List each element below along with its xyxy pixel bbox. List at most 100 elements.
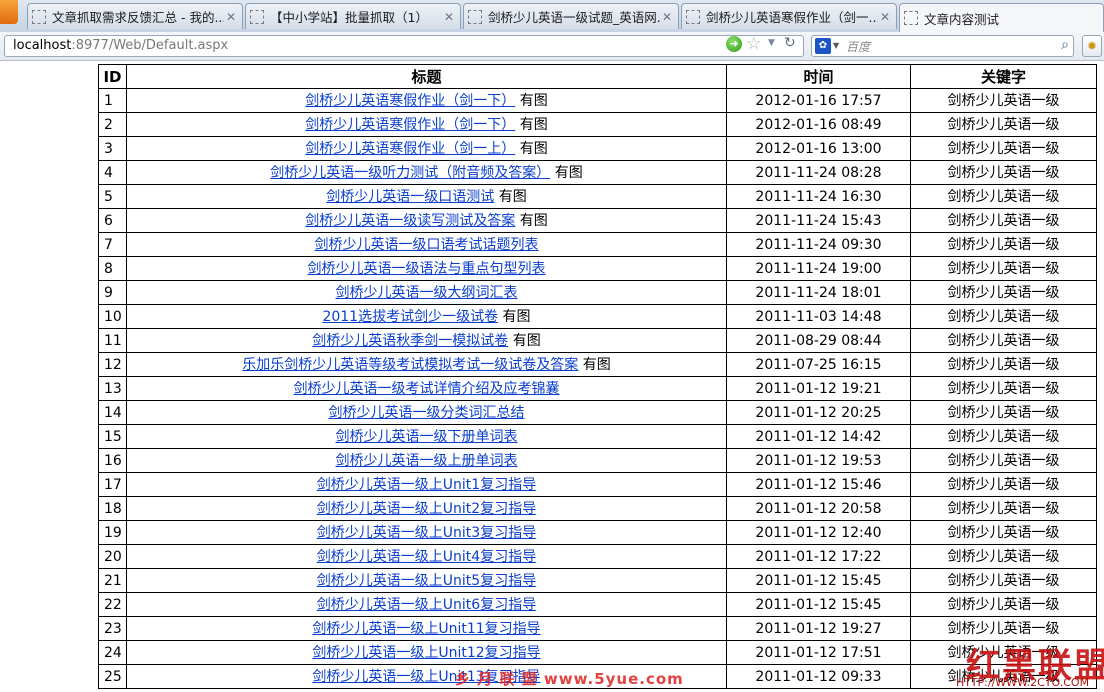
cell-id: 1 <box>98 88 127 113</box>
cell-title: 剑桥少儿英语秋季剑一模拟试卷 有图 <box>126 328 727 353</box>
cell-keyword: 剑桥少儿英语一级 <box>910 280 1097 305</box>
cell-time: 2011-11-24 15:43 <box>726 208 911 233</box>
bookmark-star-icon[interactable]: ☆ <box>746 34 761 54</box>
article-link[interactable]: 剑桥少儿英语寒假作业（剑一下） <box>305 117 515 133</box>
cell-id: 24 <box>98 640 127 665</box>
cell-keyword: 剑桥少儿英语一级 <box>910 136 1097 161</box>
tab-batch-fetch[interactable]: 【中小学站】批量抓取（1） ✕ <box>245 3 461 29</box>
cell-keyword: 剑桥少儿英语一级 <box>910 400 1097 425</box>
cell-time: 2011-11-24 09:30 <box>726 232 911 257</box>
tab-feedback[interactable]: 文章抓取需求反馈汇总 - 我的... ✕ <box>27 3 243 29</box>
cell-title: 剑桥少儿英语一级大纲词汇表 <box>126 280 727 305</box>
tab-winter-homework[interactable]: 剑桥少儿英语寒假作业（剑一... ✕ <box>681 3 897 29</box>
article-link[interactable]: 剑桥少儿英语一级口语考试话题列表 <box>315 237 539 253</box>
cell-keyword: 剑桥少儿英语一级 <box>910 472 1097 497</box>
article-link[interactable]: 剑桥少儿英语寒假作业（剑一下） <box>305 93 515 109</box>
table-row: 9 剑桥少儿英语一级大纲词汇表 2011-11-24 18:01 剑桥少儿英语一级 <box>98 280 1097 305</box>
has-image-tag: 有图 <box>502 308 531 325</box>
article-link[interactable]: 剑桥少儿英语一级上Unit1复习指导 <box>317 477 536 493</box>
table-row: 16 剑桥少儿英语一级上册单词表 2011-01-12 19:53 剑桥少儿英语一级 <box>98 448 1097 473</box>
search-icon[interactable]: ⌕ <box>1061 37 1069 53</box>
history-dropdown-icon[interactable]: ▼ <box>768 38 775 48</box>
article-link[interactable]: 剑桥少儿英语一级分类词汇总结 <box>329 405 525 421</box>
close-icon[interactable]: ✕ <box>660 10 674 24</box>
article-link[interactable]: 剑桥少儿英语一级上Unit2复习指导 <box>317 501 536 517</box>
cell-id: 4 <box>98 160 127 185</box>
tab-content-test[interactable]: 文章内容测试 <box>899 3 1104 32</box>
tab-label: 文章内容测试 <box>924 11 1000 27</box>
article-link[interactable]: 剑桥少儿英语一级大纲词汇表 <box>336 285 518 301</box>
article-link[interactable]: 剑桥少儿英语一级听力测试（附音频及答案） <box>270 165 550 181</box>
search-placeholder: 百度 <box>846 40 871 54</box>
article-link[interactable]: 剑桥少儿英语一级考试详情介绍及应考锦囊 <box>294 381 560 397</box>
go-arrow-icon[interactable]: ➜ <box>726 36 742 52</box>
firefox-menu-button[interactable] <box>0 0 18 24</box>
page-favicon-icon <box>904 11 918 25</box>
has-image-tag: 有图 <box>582 356 611 373</box>
cell-keyword: 剑桥少儿英语一级 <box>910 232 1097 257</box>
article-link[interactable]: 剑桥少儿英语一级读写测试及答案 <box>305 213 515 229</box>
article-link[interactable]: 2011选拔考试剑少一级试卷 <box>322 309 498 325</box>
table-row: 1 剑桥少儿英语寒假作业（剑一下） 有图 2012-01-16 17:57 剑桥少儿英… <box>98 88 1097 113</box>
tab-label: 剑桥少儿英语寒假作业（剑一... <box>706 10 878 25</box>
has-image-tag: 有图 <box>519 92 548 109</box>
cell-time: 2011-07-25 16:15 <box>726 352 911 377</box>
cell-id: 13 <box>98 376 127 401</box>
table-row: 5 剑桥少儿英语一级口语测试 有图 2011-11-24 16:30 剑桥少儿英语一级 <box>98 184 1097 209</box>
cell-title: 剑桥少儿英语一级语法与重点句型列表 <box>126 256 727 281</box>
close-icon[interactable]: ✕ <box>442 10 456 24</box>
has-image-tag: 有图 <box>512 332 541 349</box>
chevron-down-icon[interactable]: ▼ <box>833 41 839 50</box>
search-box[interactable]: ✿ ▼ 百度 ⌕ <box>811 35 1074 57</box>
article-link[interactable]: 乐加乐剑桥少儿英语等级考试模拟考试一级试卷及答案 <box>242 357 578 373</box>
cell-keyword: 剑桥少儿英语一级 <box>910 592 1097 617</box>
table-row: 6 剑桥少儿英语一级读写测试及答案 有图 2011-11-24 15:43 剑桥少儿英… <box>98 208 1097 233</box>
cell-id: 6 <box>98 208 127 233</box>
cell-keyword: 剑桥少儿英语一级 <box>910 304 1097 329</box>
page-favicon-icon <box>686 9 700 24</box>
header-time: 时间 <box>726 64 911 89</box>
cell-title: 剑桥少儿英语寒假作业（剑一上） 有图 <box>126 136 727 161</box>
watermark-2cto-url: HTTP://WWW.2CTO.COM <box>956 676 1090 689</box>
addon-icon[interactable]: ✹ <box>1082 35 1102 57</box>
article-link[interactable]: 剑桥少儿英语一级上Unit5复习指导 <box>317 573 536 589</box>
article-link[interactable]: 剑桥少儿英语一级上Unit12复习指导 <box>312 645 540 661</box>
article-link[interactable]: 剑桥少儿英语一级上Unit4复习指导 <box>317 549 536 565</box>
search-engine-icon[interactable]: ✿ <box>815 38 831 54</box>
cell-title: 剑桥少儿英语一级分类词汇总结 <box>126 400 727 425</box>
header-title: 标题 <box>126 64 727 89</box>
article-link[interactable]: 剑桥少儿英语寒假作业（剑一上） <box>305 141 515 157</box>
cell-time: 2011-01-12 14:42 <box>726 424 911 449</box>
cell-id: 20 <box>98 544 127 569</box>
table-row: 2 剑桥少儿英语寒假作业（剑一下） 有图 2012-01-16 08:49 剑桥少儿英… <box>98 112 1097 137</box>
cell-time: 2011-01-12 17:51 <box>726 640 911 665</box>
address-bar[interactable]: localhost:8977/Web/Default.aspx <box>4 35 804 57</box>
cell-title: 剑桥少儿英语一级上Unit4复习指导 <box>126 544 727 569</box>
cell-keyword: 剑桥少儿英语一级 <box>910 352 1097 377</box>
close-icon[interactable]: ✕ <box>224 10 238 24</box>
tab-english-test[interactable]: 剑桥少儿英语一级试题_英语网... ✕ <box>463 3 679 29</box>
cell-title: 剑桥少儿英语一级上Unit1复习指导 <box>126 472 727 497</box>
article-link[interactable]: 剑桥少儿英语一级上册单词表 <box>336 453 518 469</box>
reload-icon[interactable]: ↻ <box>784 35 796 51</box>
cell-title: 剑桥少儿英语寒假作业（剑一下） 有图 <box>126 88 727 113</box>
article-link[interactable]: 剑桥少儿英语秋季剑一模拟试卷 <box>312 333 508 349</box>
article-link[interactable]: 剑桥少儿英语一级上Unit11复习指导 <box>312 621 540 637</box>
article-link[interactable]: 剑桥少儿英语一级上Unit3复习指导 <box>317 525 536 541</box>
article-link[interactable]: 剑桥少儿英语一级语法与重点句型列表 <box>308 261 546 277</box>
table-row: 18 剑桥少儿英语一级上Unit2复习指导 2011-01-12 20:58 剑桥少儿… <box>98 496 1097 521</box>
cell-time: 2011-01-12 19:21 <box>726 376 911 401</box>
cell-id: 12 <box>98 352 127 377</box>
close-icon[interactable]: ✕ <box>878 10 892 24</box>
article-link[interactable]: 剑桥少儿英语一级口语测试 <box>326 189 494 205</box>
cell-keyword: 剑桥少儿英语一级 <box>910 112 1097 137</box>
cell-id: 14 <box>98 400 127 425</box>
cell-keyword: 剑桥少儿英语一级 <box>910 328 1097 353</box>
cell-id: 5 <box>98 184 127 209</box>
cell-id: 9 <box>98 280 127 305</box>
article-link[interactable]: 剑桥少儿英语一级下册单词表 <box>336 429 518 445</box>
article-link[interactable]: 剑桥少儿英语一级上Unit6复习指导 <box>317 597 536 613</box>
tab-strip: 文章抓取需求反馈汇总 - 我的... ✕ 【中小学站】批量抓取（1） ✕ 剑桥少… <box>0 0 1104 33</box>
cell-id: 22 <box>98 592 127 617</box>
cell-time: 2011-11-24 16:30 <box>726 184 911 209</box>
